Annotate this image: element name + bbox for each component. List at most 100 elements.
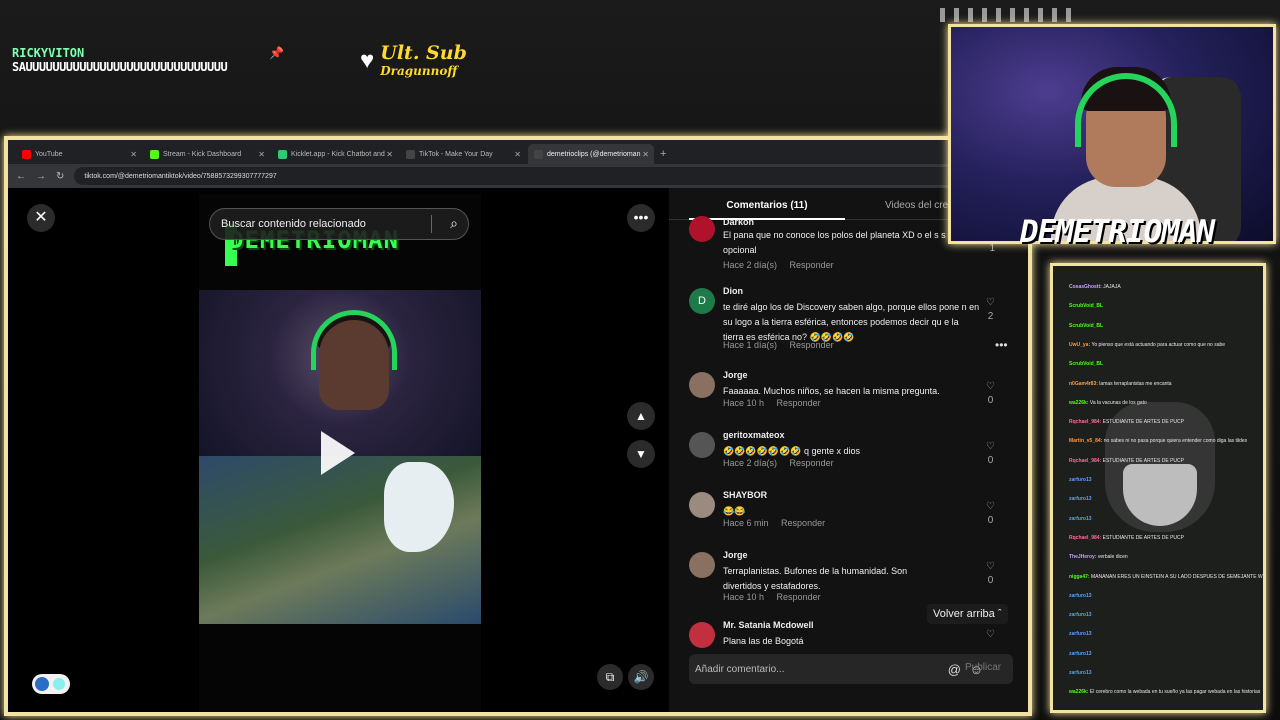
reply-button[interactable]: Responder [781, 518, 825, 528]
avatar[interactable] [689, 216, 715, 242]
close-tab-icon[interactable]: ✕ [130, 150, 137, 159]
chat-username[interactable]: nigga47: [1069, 574, 1091, 580]
comment-user[interactable]: Jorge [723, 550, 748, 560]
browser-tab[interactable]: TikTok - Make Your Day ✕ [400, 144, 526, 164]
reply-button[interactable]: Responder [777, 398, 821, 408]
comment-user[interactable]: Jorge [723, 370, 748, 380]
avatar[interactable] [689, 372, 715, 398]
heart-outline-icon: ♡ [986, 441, 995, 452]
volume-icon[interactable]: 🔊 [628, 664, 654, 690]
chat-username[interactable]: zarfuro13 [1069, 477, 1092, 483]
chat-username[interactable]: zarfuro13 [1069, 651, 1092, 657]
like-number: 0 [987, 395, 994, 406]
chat-username[interactable]: zarfuro13 [1069, 670, 1092, 676]
like-button[interactable]: ♡ 0 [986, 500, 995, 528]
close-tab-icon[interactable]: ✕ [258, 150, 265, 159]
reply-button[interactable]: Responder [790, 458, 834, 468]
comment-more-icon[interactable]: ••• [995, 338, 1008, 352]
pip-button[interactable]: ⧉ [597, 664, 623, 690]
search-icon[interactable]: ⌕ [450, 215, 458, 232]
comment-user[interactable]: Darkon [723, 217, 754, 227]
more-options-button[interactable]: ••• [627, 204, 655, 232]
forward-icon[interactable]: → [36, 171, 46, 182]
chat-username[interactable]: wa226k: [1069, 400, 1090, 406]
chat-username[interactable]: zarfuro13 [1069, 516, 1092, 522]
reply-button[interactable]: Responder [777, 592, 821, 602]
new-tab-icon[interactable]: + [656, 144, 670, 164]
publish-button[interactable]: Publicar [965, 662, 1001, 673]
chat-username[interactable]: ScrubVoid_BL [1069, 323, 1103, 329]
comment-user[interactable]: Dion [723, 286, 743, 296]
chat-text: JAJAJA [1103, 284, 1121, 290]
chat-username[interactable]: CosasGhostt: [1069, 284, 1103, 290]
chat-username[interactable]: ScrubVoid_BL [1069, 361, 1103, 367]
like-button[interactable]: ♡ 0 [986, 560, 995, 588]
close-tab-icon[interactable]: ✕ [386, 150, 393, 159]
like-button[interactable]: ♡ 2 [986, 296, 995, 324]
comment-user[interactable]: geritoxmateox [723, 430, 785, 440]
tab-label: TikTok - Make Your Day [419, 150, 493, 158]
comment-user[interactable]: Mr. Satania Mcdowell [723, 620, 814, 630]
pin-icon: 📌 [269, 46, 284, 60]
close-tab-icon[interactable]: ✕ [642, 150, 649, 159]
chevron-up-icon[interactable]: ▲ [627, 402, 655, 430]
like-count[interactable]: 1 [989, 242, 995, 256]
browser-tab-active[interactable]: demetrioclips (@demetrioman ✕ [528, 144, 654, 164]
chat-username[interactable]: TheJHeroy: [1069, 554, 1098, 560]
browser-tab[interactable]: YouTube ✕ [16, 144, 142, 164]
chat-username[interactable]: Rqchael_984: [1069, 535, 1103, 541]
last-sub-widget: ♥ Ult. Sub Dragunnoff [360, 44, 467, 79]
map-greenland [384, 462, 454, 552]
search-input[interactable]: Buscar contenido relacionado ⌕ [209, 208, 469, 240]
tab-creator-videos[interactable]: Videos del cre [885, 200, 948, 211]
url-field[interactable]: tiktok.com/@demetriomantiktok/video/7588… [74, 167, 968, 185]
video-player[interactable]: DEMETRIOMAN Buscar contenido relacionado… [199, 194, 481, 712]
chat-message: zarfuro13 [1069, 477, 1092, 483]
back-icon[interactable]: ← [16, 171, 26, 182]
avatar[interactable]: D [689, 288, 715, 314]
chat-username[interactable]: zarfuro13 [1069, 496, 1092, 502]
chat-message: ScrubVoid_BL [1069, 303, 1103, 309]
avatar[interactable] [689, 492, 715, 518]
chat-message: zarfuro13 [1069, 496, 1092, 502]
chat-text: Yo pienso que está actuando para actuar … [1091, 341, 1226, 348]
chat-username[interactable]: Martin_v5_84: [1069, 438, 1104, 444]
browser-tab[interactable]: Stream - Kick Dashboard ✕ [144, 144, 270, 164]
toggle-switch[interactable] [32, 674, 70, 694]
chat-username[interactable]: Rqchael_984: [1069, 419, 1103, 425]
comment-text: te diré algo los de Discovery saben algo… [723, 302, 980, 342]
chat-username[interactable]: Rqchael_984: [1069, 458, 1103, 464]
chat-username[interactable]: wa226k: [1069, 689, 1090, 695]
camera-frame-studs [940, 8, 1080, 22]
avatar[interactable] [689, 622, 715, 648]
reply-button[interactable]: Responder [790, 260, 834, 270]
avatar[interactable] [689, 552, 715, 578]
chat-username[interactable]: UwU_ya: [1069, 342, 1092, 348]
mention-icon[interactable]: @ [948, 662, 961, 677]
chat-username[interactable]: zarfuro13 [1069, 612, 1092, 618]
reply-button[interactable]: Responder [790, 340, 834, 350]
chat-message: zarfuro13 [1069, 631, 1092, 637]
like-button[interactable]: ♡ 0 [986, 380, 995, 408]
browser-tab[interactable]: Kicklet.app - Kick Chatbot and ✕ [272, 144, 398, 164]
like-button[interactable]: ♡ 0 [986, 440, 995, 468]
back-to-top-button[interactable]: Volver arriba ˆ [927, 604, 1008, 624]
chat-username[interactable]: n0Gam4r83: [1069, 381, 1099, 387]
tab-label: YouTube [35, 150, 63, 158]
chat-username[interactable]: zarfuro13 [1069, 593, 1092, 599]
tab-comments[interactable]: Comentarios (11) [689, 200, 845, 220]
reload-icon[interactable]: ↻ [56, 171, 64, 182]
headset [311, 310, 397, 370]
tab-label: demetrioclips (@demetrioman [547, 150, 641, 158]
avatar[interactable] [689, 432, 715, 458]
play-icon[interactable] [321, 431, 355, 475]
chat-username[interactable]: zarfuro13 [1069, 631, 1092, 637]
chat-username[interactable]: ScrubVoid_BL [1069, 303, 1103, 309]
close-tab-icon[interactable]: ✕ [514, 150, 521, 159]
ticker-message: SAUUUUUUUUUUUUUUUUUUUUUUUUUUUUUU [12, 60, 228, 74]
comment-user[interactable]: SHAYBOR [723, 490, 767, 500]
chevron-down-icon[interactable]: ▼ [627, 440, 655, 468]
comment-text: Faaaaaa. Muchos niños, se hacen la misma… [723, 386, 940, 396]
close-button[interactable]: ✕ [27, 204, 55, 232]
like-button[interactable]: ♡ [986, 628, 995, 642]
